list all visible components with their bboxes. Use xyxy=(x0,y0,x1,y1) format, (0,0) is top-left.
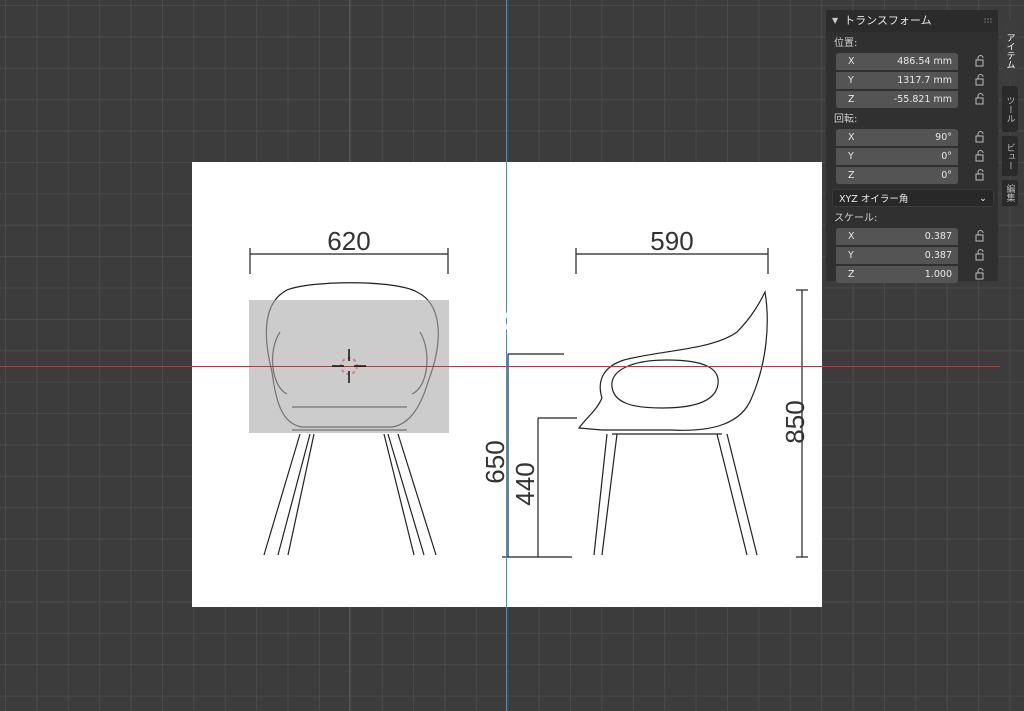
panel-title: トランスフォーム xyxy=(844,14,932,27)
rotation-mode-dropdown[interactable]: XYZ オイラー角 ⌄ xyxy=(832,189,994,207)
tab-item[interactable]: アイテム xyxy=(1002,20,1018,82)
lock-icon[interactable] xyxy=(974,131,986,143)
location-x-row: X 486.54 mm xyxy=(834,52,998,70)
front-width-label: 620 xyxy=(327,226,370,256)
rotation-z-row: Z 0° xyxy=(834,166,998,184)
rotation-label: 回転: xyxy=(834,114,858,125)
3d-cursor-icon[interactable] xyxy=(330,347,368,385)
lock-icon[interactable] xyxy=(974,230,986,242)
location-y-field[interactable]: Y 1317.7 mm xyxy=(836,71,958,89)
lock-icon[interactable] xyxy=(974,169,986,181)
location-z-row: Z -55.821 mm xyxy=(834,90,998,108)
object-origin-line xyxy=(506,0,507,711)
rotation-y-field[interactable]: Y 0° xyxy=(836,147,958,165)
sidebar-tabs: アイテム ツール ビュー 編集 xyxy=(1000,10,1020,270)
location-label: 位置: xyxy=(834,38,858,49)
rotation-z-field[interactable]: Z 0° xyxy=(836,166,958,184)
tab-view[interactable]: ビュー xyxy=(1002,136,1018,176)
location-y-row: Y 1317.7 mm xyxy=(834,71,998,89)
lock-icon[interactable] xyxy=(974,55,986,67)
tab-edit[interactable]: 編集 xyxy=(1002,180,1018,206)
rotation-y-row: Y 0° xyxy=(834,147,998,165)
scale-label: スケール: xyxy=(834,213,878,224)
rotation-x-row: X 90° xyxy=(834,128,998,146)
scale-y-field[interactable]: Y 0.387 xyxy=(836,246,958,264)
scale-z-row: Z 1.000 xyxy=(834,265,998,283)
scale-x-field[interactable]: X 0.387 xyxy=(836,227,958,245)
scale-z-field[interactable]: Z 1.000 xyxy=(836,265,958,283)
x-axis-line xyxy=(0,366,1000,367)
lock-icon[interactable] xyxy=(974,74,986,86)
lock-icon[interactable] xyxy=(974,150,986,162)
sidebar-panel: ▼ トランスフォーム 位置: X 486.54 mm Y 1317.7 mm Z -5… xyxy=(826,10,998,283)
lock-icon[interactable] xyxy=(974,268,986,280)
collapse-triangle-icon[interactable]: ▼ xyxy=(832,10,838,32)
scale-x-row: X 0.387 xyxy=(834,227,998,245)
location-x-field[interactable]: X 486.54 mm xyxy=(836,52,958,70)
transform-panel-header[interactable]: ▼ トランスフォーム xyxy=(826,10,998,32)
tab-tool[interactable]: ツール xyxy=(1002,86,1018,132)
scale-y-row: Y 0.387 xyxy=(834,246,998,264)
rotation-x-field[interactable]: X 90° xyxy=(836,128,958,146)
drag-grip-icon[interactable] xyxy=(984,18,994,24)
side-depth-label: 590 xyxy=(650,226,693,256)
lock-icon[interactable] xyxy=(974,249,986,261)
move-gizmo-icon[interactable] xyxy=(498,312,516,330)
total-height-label: 850 xyxy=(780,400,810,443)
seat-height-label: 440 xyxy=(510,462,540,505)
lock-icon[interactable] xyxy=(974,93,986,105)
location-z-field[interactable]: Z -55.821 mm xyxy=(836,90,958,108)
chevron-down-icon: ⌄ xyxy=(979,192,987,204)
